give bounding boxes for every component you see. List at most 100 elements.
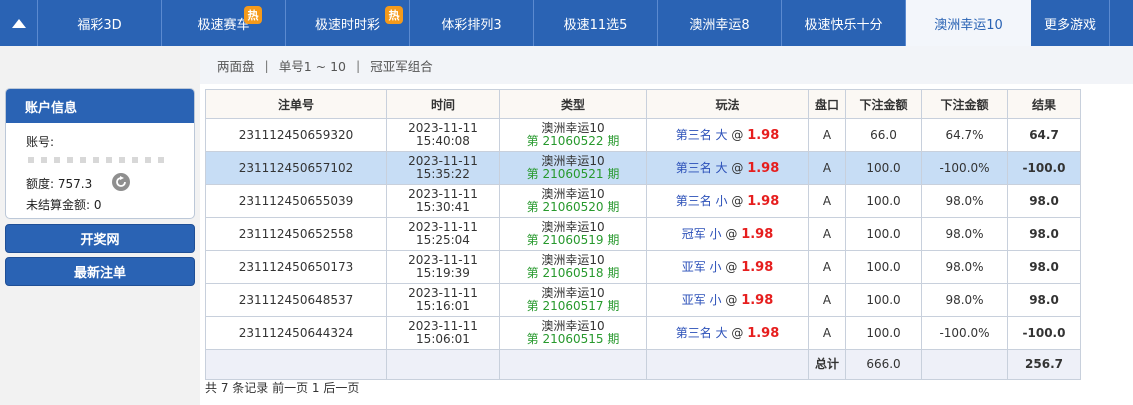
bet-at: @	[725, 226, 738, 241]
bet-issue: 第 21060518 期	[526, 266, 620, 280]
bet-time: 2023-11-11 15:40:08	[386, 118, 500, 152]
bet-play: 第三名 大 @ 1.98	[646, 118, 809, 152]
total-empty	[386, 349, 500, 380]
bet-at: @	[725, 292, 738, 307]
nav-tab-label: 极速时时彩	[314, 17, 380, 33]
bet-play: 第三名 大 @ 1.98	[646, 316, 809, 350]
bet-time: 2023-11-11 15:35:22	[386, 151, 500, 185]
nav-tab-label: 更多游戏	[1043, 17, 1096, 33]
bet-type: 澳洲幸运10 第 21060517 期	[499, 283, 647, 317]
bet-amount: 66.0	[845, 118, 922, 152]
table-row[interactable]: 231112450655039 2023-11-11 15:30:41 澳洲幸运10 第…	[205, 184, 1081, 218]
total-row: 总计 666.0 256.7	[205, 349, 1081, 380]
nav-collapse-button[interactable]	[0, 0, 38, 46]
bet-percent: 98.0%	[921, 250, 1008, 284]
nav-tab-1[interactable]: 极速赛车热	[162, 0, 286, 46]
bet-result: -100.0	[1007, 151, 1081, 185]
table-row[interactable]: 231112450648537 2023-11-11 15:16:01 澳洲幸运10 第…	[205, 283, 1081, 317]
subnav-single-number[interactable]: 单号1 ~ 10	[279, 56, 346, 75]
nav-tab-5[interactable]: 澳洲幸运8	[658, 0, 782, 46]
pagination-info: 共 7 条记录 前一页 1 后一页	[205, 381, 360, 395]
bet-clock: 15:16:01	[416, 299, 470, 313]
total-empty	[646, 349, 809, 380]
latest-bets-button[interactable]: 最新注单	[5, 257, 195, 286]
header-amount-2: 下注金额	[921, 89, 1008, 119]
bet-type: 澳洲幸运10 第 21060522 期	[499, 118, 647, 152]
subnav-separator: |	[264, 57, 269, 73]
bet-pan: A	[808, 184, 846, 218]
bet-percent: -100.0%	[921, 316, 1008, 350]
bet-amount: 100.0	[845, 283, 922, 317]
bet-odds: 1.98	[741, 292, 774, 308]
nav-tab-3[interactable]: 体彩排列3	[410, 0, 534, 46]
bet-time: 2023-11-11 15:19:39	[386, 250, 500, 284]
bet-play: 第三名 大 @ 1.98	[646, 151, 809, 185]
hot-badge: 热	[244, 6, 262, 24]
bet-odds: 1.98	[741, 226, 774, 242]
nav-tab-8[interactable]: 更多游戏	[1031, 0, 1110, 46]
bet-amount: 100.0	[845, 250, 922, 284]
credit-value: 757.3	[57, 177, 93, 191]
bet-type: 澳洲幸运10 第 21060520 期	[499, 184, 647, 218]
bet-id: 231112450655039	[205, 184, 387, 218]
header-amount: 下注金额	[845, 89, 922, 119]
bet-odds: 1.98	[747, 160, 780, 176]
bet-issue: 第 21060517 期	[526, 299, 620, 313]
hot-badge: 热	[385, 6, 403, 24]
bet-id: 231112450657102	[205, 151, 387, 185]
bet-play: 第三名 小 @ 1.98	[646, 184, 809, 218]
bet-clock: 15:06:01	[416, 332, 470, 346]
bet-amount: 100.0	[845, 316, 922, 350]
bet-pan: A	[808, 217, 846, 251]
bet-id: 231112450644324	[205, 316, 387, 350]
bet-percent: 98.0%	[921, 184, 1008, 218]
bet-amount: 100.0	[845, 184, 922, 218]
total-empty	[921, 349, 1008, 380]
bet-percent: 64.7%	[921, 118, 1008, 152]
nav-tab-4[interactable]: 极速11选5	[534, 0, 658, 46]
bet-type: 澳洲幸运10 第 21060515 期	[499, 316, 647, 350]
header-pan: 盘口	[808, 89, 846, 119]
table-row[interactable]: 231112450659320 2023-11-11 15:40:08 澳洲幸运10 第…	[205, 118, 1081, 152]
nav-tab-0[interactable]: 福彩3D	[38, 0, 162, 46]
bet-time: 2023-11-11 15:30:41	[386, 184, 500, 218]
bet-play: 亚军 小 @ 1.98	[646, 250, 809, 284]
bet-clock: 15:25:04	[416, 233, 470, 247]
bet-pan: A	[808, 316, 846, 350]
nav-tab-7[interactable]: 澳洲幸运10	[906, 0, 1031, 46]
table-row[interactable]: 231112450650173 2023-11-11 15:19:39 澳洲幸运10 第…	[205, 250, 1081, 284]
nav-tab-label: 澳洲幸运8	[689, 17, 750, 33]
top-nav: 福彩3D 极速赛车热极速时时彩热体彩排列3 极速11选5 澳洲幸运8 极速快乐十分 澳洲幸…	[0, 0, 1133, 46]
bet-odds: 1.98	[747, 193, 780, 209]
caret-up-icon	[11, 18, 26, 28]
subnav-champion-combo[interactable]: 冠亚军组合	[370, 56, 433, 75]
bet-at: @	[731, 325, 744, 340]
subnav-two-sides[interactable]: 两面盘	[217, 56, 255, 75]
table-row[interactable]: 231112450657102 2023-11-11 15:35:22 澳洲幸运10 第…	[205, 151, 1081, 185]
refresh-button[interactable]	[112, 173, 130, 191]
bets-table: 注单号 时间 类型 玩法 盘口 下注金额 下注金额 结果 23111245065…	[205, 89, 1081, 380]
credit-line: 额度: 757.3	[26, 175, 92, 192]
nav-tab-label: 福彩3D	[77, 17, 122, 33]
lottery-site-button[interactable]: 开奖网	[5, 224, 195, 253]
nav-tab-2[interactable]: 极速时时彩热	[286, 0, 410, 46]
credit-label: 额度:	[26, 177, 55, 191]
subnav-separator: |	[356, 57, 361, 73]
bet-odds: 1.98	[747, 127, 780, 143]
total-empty	[499, 349, 647, 380]
bet-pan: A	[808, 283, 846, 317]
bet-result: 98.0	[1007, 184, 1081, 218]
total-label: 总计	[808, 349, 846, 380]
bet-odds: 1.98	[741, 259, 774, 275]
bet-issue: 第 21060519 期	[526, 233, 620, 247]
table-row[interactable]: 231112450652558 2023-11-11 15:25:04 澳洲幸运10 第…	[205, 217, 1081, 251]
bet-result: 98.0	[1007, 217, 1081, 251]
nav-tab-label: 体彩排列3	[441, 17, 502, 33]
nav-tab-6[interactable]: 极速快乐十分	[782, 0, 906, 46]
header-play: 玩法	[646, 89, 809, 119]
bet-time: 2023-11-11 15:06:01	[386, 316, 500, 350]
table-row[interactable]: 231112450644324 2023-11-11 15:06:01 澳洲幸运10 第…	[205, 316, 1081, 350]
bet-at: @	[731, 160, 744, 175]
header-bet-id: 注单号	[205, 89, 387, 119]
bet-pan: A	[808, 118, 846, 152]
